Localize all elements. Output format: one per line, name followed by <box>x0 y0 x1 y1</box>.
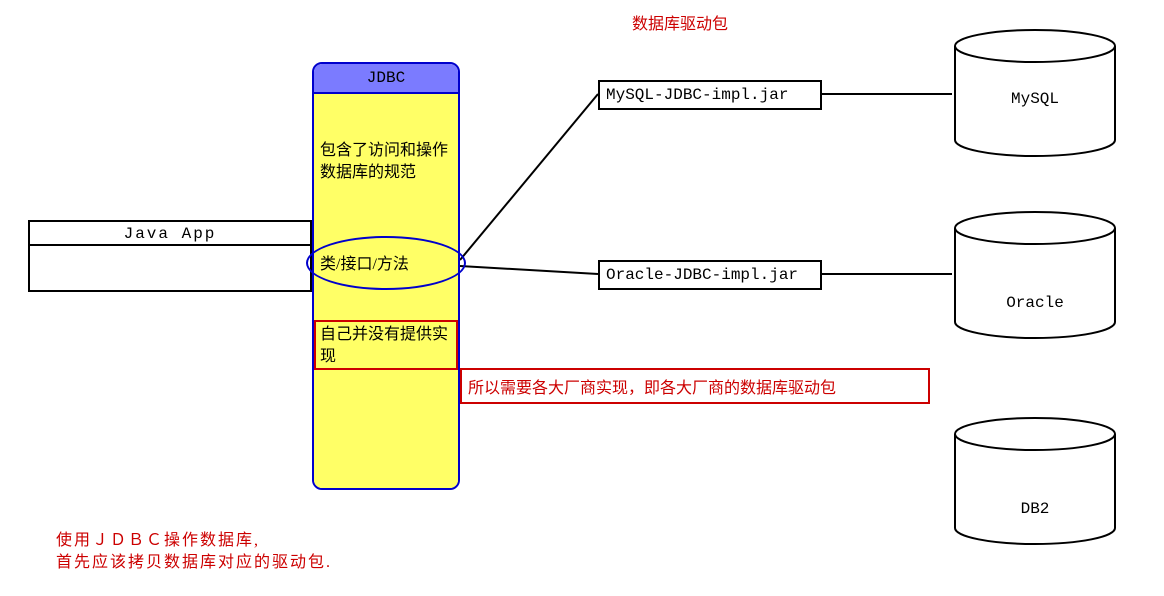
jdbc-no-impl-text: 自己并没有提供实现 <box>320 324 454 368</box>
java-app-divider <box>28 244 314 246</box>
mysql-label: MySQL <box>952 90 1118 108</box>
oracle-cylinder <box>952 210 1118 340</box>
db2-cylinder <box>952 416 1118 546</box>
jdbc-container: JDBC <box>312 62 460 490</box>
jdbc-desc-text: 包含了访问和操作数据库的规范 <box>320 140 454 184</box>
bottom-note: 使用ＪＤＢＣ操作数据库, 首先应该拷贝数据库对应的驱动包. <box>56 530 332 574</box>
oracle-label: Oracle <box>952 294 1118 312</box>
oracle-impl-box: Oracle-JDBC-impl.jar <box>598 260 822 290</box>
jdbc-header: JDBC <box>314 64 458 94</box>
java-app-label: Java App <box>28 222 312 243</box>
jdbc-interfaces-text: 类/接口/方法 <box>320 254 454 276</box>
mysql-impl-box: MySQL-JDBC-impl.jar <box>598 80 822 110</box>
driver-title: 数据库驱动包 <box>632 10 728 34</box>
db2-label: DB2 <box>952 500 1118 518</box>
red-annotation-box: 所以需要各大厂商实现，即各大厂商的数据库驱动包 <box>460 368 930 404</box>
